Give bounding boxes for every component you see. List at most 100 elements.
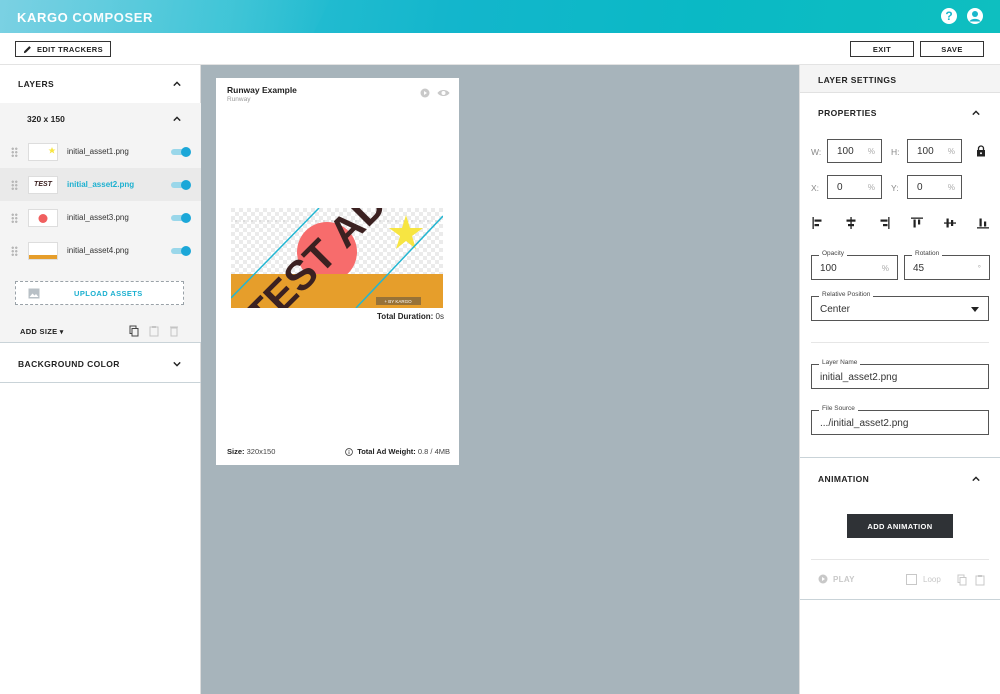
paste-icon[interactable] <box>975 574 985 586</box>
ad-weight-label: Total Ad Weight: <box>357 447 416 456</box>
play-icon <box>818 574 828 584</box>
chevron-up-icon[interactable] <box>173 115 181 123</box>
layers-panel: LAYERS 320 x 150 initial_asset1.png TEST… <box>0 65 201 694</box>
file-source-value: .../initial_asset2.png <box>820 418 909 429</box>
layer-item[interactable]: TEST AD initial_asset2.png <box>0 168 201 201</box>
layer-name: initial_asset1.png <box>67 147 129 156</box>
chevron-down-icon[interactable] <box>173 360 181 368</box>
add-animation-button[interactable]: ADD ANIMATION <box>847 514 953 538</box>
edit-trackers-label: EDIT TRACKERS <box>36 44 104 54</box>
align-right-icon[interactable] <box>878 217 890 229</box>
y-input[interactable]: 0% <box>907 175 962 199</box>
upload-assets-button[interactable]: UPLOAD ASSETS <box>15 281 184 305</box>
upload-assets-label: UPLOAD ASSETS <box>74 288 143 298</box>
layer-item[interactable]: initial_asset1.png <box>0 135 201 168</box>
checkbox-box[interactable] <box>906 574 917 585</box>
opacity-unit: % <box>881 264 889 273</box>
visibility-toggle[interactable] <box>171 146 191 157</box>
animation-header[interactable]: ANIMATION <box>800 461 1000 497</box>
layer-thumbnail <box>28 208 58 227</box>
chevron-up-icon[interactable] <box>173 80 181 88</box>
width-input[interactable]: 100% <box>827 139 882 163</box>
background-color-header[interactable]: BACKGROUND COLOR <box>0 345 201 383</box>
x-unit: % <box>867 183 875 192</box>
layer-name: initial_asset4.png <box>67 246 129 255</box>
file-source-input[interactable]: File Source .../initial_asset2.png <box>811 405 989 435</box>
align-middle-vertical-icon[interactable] <box>944 217 956 229</box>
layer-thumbnail <box>28 142 58 161</box>
visibility-toggle[interactable] <box>171 212 191 223</box>
rotation-unit: ° <box>977 264 981 273</box>
visibility-toggle[interactable] <box>171 245 191 256</box>
align-bottom-icon[interactable] <box>977 217 989 229</box>
caret-down-icon <box>971 307 979 312</box>
loop-label: Loop <box>923 575 941 584</box>
info-icon[interactable] <box>345 447 354 456</box>
eye-icon[interactable] <box>437 88 450 98</box>
layer-item[interactable]: initial_asset3.png <box>0 201 201 234</box>
total-duration-value: 0s <box>435 312 444 321</box>
chevron-up-icon[interactable] <box>972 109 980 117</box>
layer-thumbnail <box>28 241 58 260</box>
align-center-horizontal-icon[interactable] <box>845 217 857 229</box>
image-icon <box>28 288 40 298</box>
x-input[interactable]: 0% <box>827 175 882 199</box>
divider <box>811 559 989 560</box>
height-label: H: <box>891 147 900 157</box>
size-group-header[interactable]: 320 x 150 <box>0 103 201 135</box>
drag-handle-icon[interactable] <box>11 245 18 256</box>
account-icon[interactable] <box>967 8 983 24</box>
preview-canvas: Runway Example Runway TEST AD + BY KARGO… <box>201 65 799 694</box>
drag-handle-icon[interactable] <box>11 212 18 223</box>
properties-header[interactable]: PROPERTIES <box>800 95 1000 131</box>
align-left-icon[interactable] <box>812 217 824 229</box>
rotation-input[interactable]: Rotation 45 ° <box>904 250 990 280</box>
app-header: KARGO COMPOSER ? <box>0 0 1000 33</box>
play-animation-button[interactable]: PLAY <box>818 574 855 584</box>
x-value: 0 <box>837 182 843 193</box>
ad-size-label: Size: <box>227 447 245 456</box>
thumb-text: TEST AD <box>34 180 52 188</box>
divider <box>811 342 989 343</box>
relative-position-select[interactable]: Relative Position Center <box>811 291 989 321</box>
total-ad-weight: Total Ad Weight: 0.8 / 4MB <box>345 447 450 456</box>
copy-icon[interactable] <box>129 325 139 337</box>
add-size-button[interactable]: ADD SIZE ▾ <box>20 327 64 336</box>
height-input[interactable]: 100% <box>907 139 962 163</box>
opacity-input[interactable]: Opacity 100 % <box>811 250 898 280</box>
animation-title: ANIMATION <box>818 474 870 484</box>
pencil-icon <box>23 45 31 53</box>
drag-handle-icon[interactable] <box>11 179 18 190</box>
play-icon[interactable] <box>420 88 430 98</box>
ad-banner-preview[interactable]: TEST AD + BY KARGO <box>231 208 443 308</box>
ad-size-value: 320x150 <box>246 447 276 456</box>
opacity-value: 100 <box>820 263 837 274</box>
align-top-icon[interactable] <box>911 217 923 229</box>
chevron-up-icon[interactable] <box>972 475 980 483</box>
y-label: Y: <box>891 183 899 193</box>
save-button[interactable]: SAVE <box>920 41 984 57</box>
loop-checkbox[interactable]: Loop <box>906 574 941 585</box>
toolbar: EDIT TRACKERS EXIT SAVE <box>0 33 1000 65</box>
preview-subtitle: Runway <box>227 96 251 103</box>
drag-handle-icon[interactable] <box>11 146 18 157</box>
lock-icon[interactable] <box>976 145 986 157</box>
trash-icon[interactable] <box>169 325 179 337</box>
layer-name-input[interactable]: Layer Name initial_asset2.png <box>811 359 989 389</box>
size-group-label: 320 x 150 <box>27 114 65 124</box>
help-icon[interactable]: ? <box>941 8 957 24</box>
copy-icon[interactable] <box>957 574 967 586</box>
rotation-value: 45 <box>913 263 925 274</box>
layer-name: initial_asset3.png <box>67 213 129 222</box>
layers-header[interactable]: LAYERS <box>0 65 201 103</box>
total-duration-label: Total Duration: <box>377 312 434 321</box>
visibility-toggle[interactable] <box>171 179 191 190</box>
layer-item[interactable]: initial_asset4.png <box>0 234 201 267</box>
width-label: W: <box>811 147 822 157</box>
add-size-label: ADD SIZE <box>20 327 58 336</box>
edit-trackers-button[interactable]: EDIT TRACKERS <box>15 41 111 57</box>
play-label: PLAY <box>833 574 855 584</box>
exit-button[interactable]: EXIT <box>850 41 914 57</box>
layer-settings-title: LAYER SETTINGS <box>800 65 1000 93</box>
paste-icon[interactable] <box>149 325 159 337</box>
